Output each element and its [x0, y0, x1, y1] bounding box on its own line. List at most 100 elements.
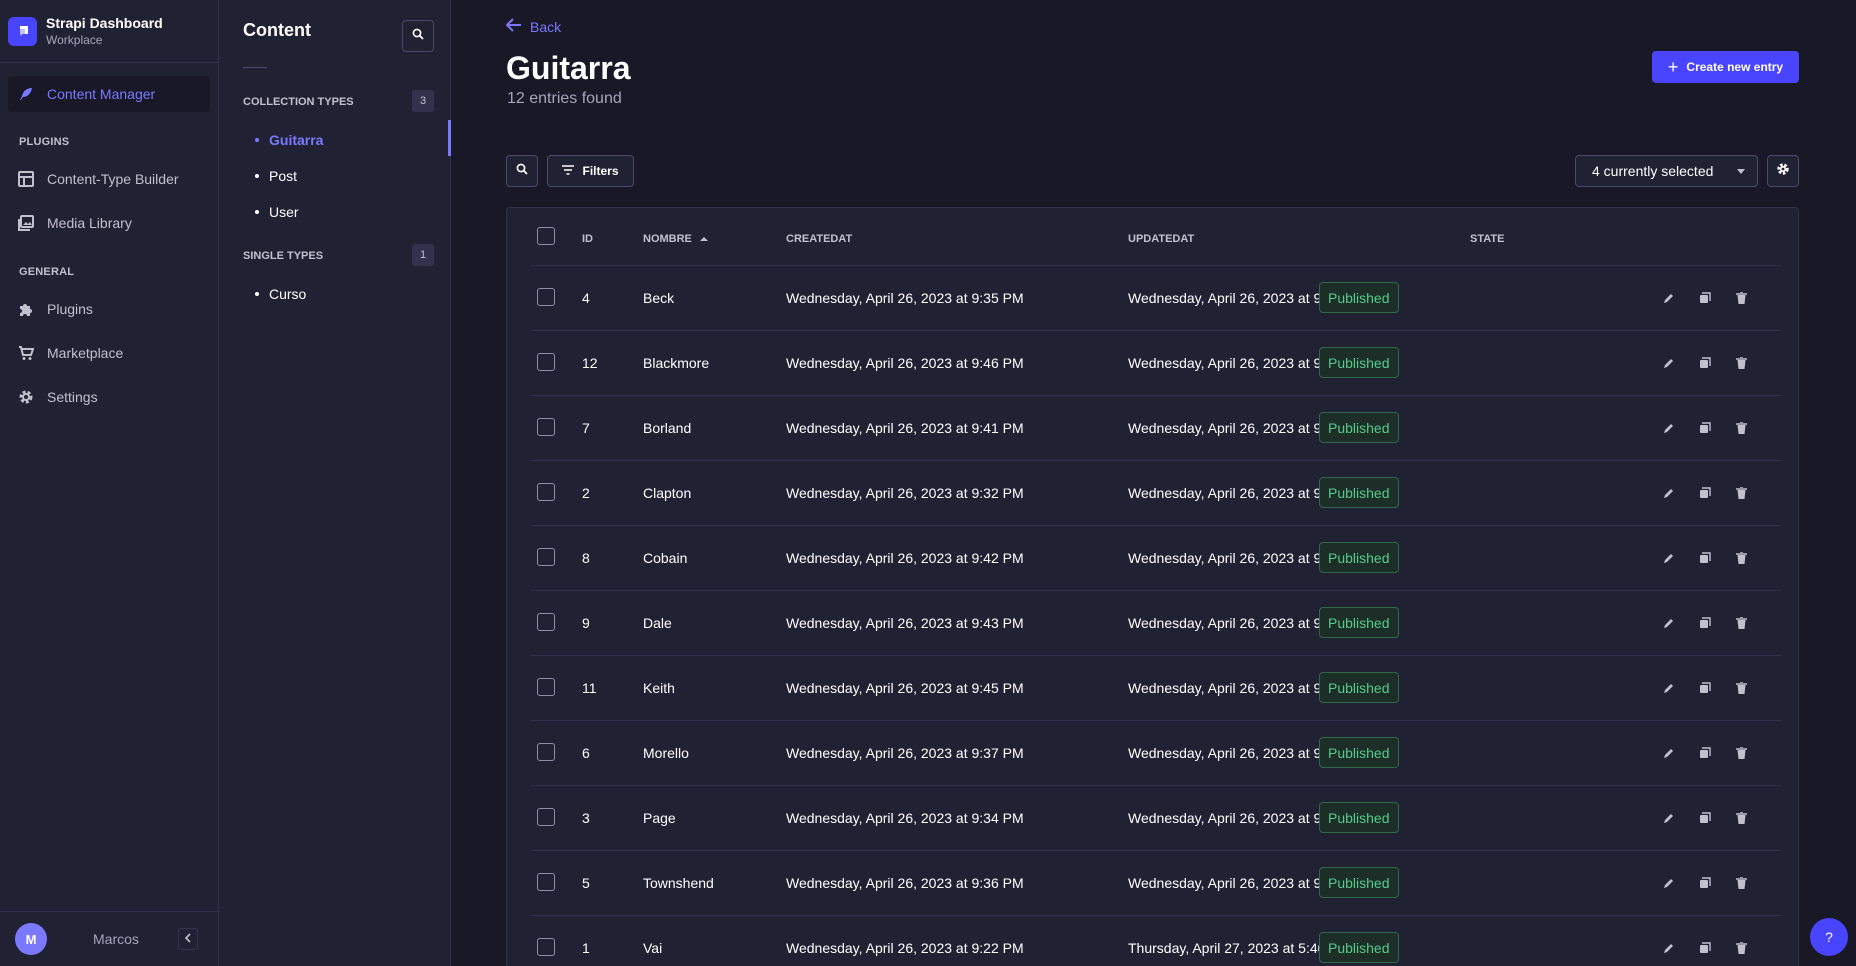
col-updatedat[interactable]: UPDATEDAT	[1128, 233, 1194, 245]
cell-nombre: Blackmore	[643, 355, 710, 371]
user-name[interactable]: Marcos	[93, 931, 139, 947]
delete-button[interactable]	[1731, 743, 1751, 763]
table-row[interactable]: 9 Dale Wednesday, April 26, 2023 at 9:43 P…	[531, 590, 1781, 655]
nav-marketplace[interactable]: Marketplace	[18, 345, 123, 361]
delete-button[interactable]	[1731, 548, 1751, 568]
duplicate-button[interactable]	[1695, 548, 1715, 568]
delete-button[interactable]	[1731, 873, 1751, 893]
nav-settings[interactable]: Settings	[18, 389, 98, 405]
displayed-fields-select[interactable]: 4 currently selected	[1575, 155, 1758, 187]
table-row[interactable]: 2 Clapton Wednesday, April 26, 2023 at 9:3…	[531, 460, 1781, 525]
row-checkbox[interactable]	[537, 808, 555, 826]
nav-plugins[interactable]: Plugins	[18, 301, 93, 317]
puzzle-icon	[18, 301, 38, 317]
table-row[interactable]: 11 Keith Wednesday, April 26, 2023 at 9:45…	[531, 655, 1781, 720]
edit-button[interactable]	[1659, 678, 1679, 698]
delete-button[interactable]	[1731, 938, 1751, 958]
row-checkbox[interactable]	[537, 418, 555, 436]
pencil-icon	[1663, 682, 1675, 694]
row-checkbox[interactable]	[537, 743, 555, 761]
edit-button[interactable]	[1659, 938, 1679, 958]
list-settings-button[interactable]	[1767, 155, 1799, 187]
edit-button[interactable]	[1659, 353, 1679, 373]
delete-button[interactable]	[1731, 808, 1751, 828]
edit-button[interactable]	[1659, 483, 1679, 503]
col-id[interactable]: ID	[582, 233, 593, 245]
row-checkbox[interactable]	[537, 678, 555, 696]
status-badge: Published	[1319, 867, 1399, 898]
edit-button[interactable]	[1659, 808, 1679, 828]
edit-button[interactable]	[1659, 548, 1679, 568]
row-checkbox[interactable]	[537, 288, 555, 306]
edit-button[interactable]	[1659, 873, 1679, 893]
row-checkbox[interactable]	[537, 938, 555, 956]
duplicate-button[interactable]	[1695, 483, 1715, 503]
table-row[interactable]: 12 Blackmore Wednesday, April 26, 2023 at …	[531, 330, 1781, 395]
back-link[interactable]: Back	[505, 18, 562, 35]
duplicate-button[interactable]	[1695, 873, 1715, 893]
duplicate-button[interactable]	[1695, 288, 1715, 308]
col-nombre[interactable]: NOMBRE	[643, 233, 708, 245]
brand[interactable]: Strapi Dashboard Workplace	[0, 0, 218, 63]
entries-table: ID NOMBRE CREATEDAT UPDATEDAT STATE 4 Bec…	[506, 207, 1799, 966]
cell-createdat: Wednesday, April 26, 2023 at 9:37 PM	[786, 745, 1024, 761]
row-checkbox[interactable]	[537, 873, 555, 891]
delete-button[interactable]	[1731, 483, 1751, 503]
table-row[interactable]: 6 Morello Wednesday, April 26, 2023 at 9:3…	[531, 720, 1781, 785]
table-row[interactable]: 5 Townshend Wednesday, April 26, 2023 at 9…	[531, 850, 1781, 915]
nav-content-type-builder[interactable]: Content-Type Builder	[18, 171, 179, 187]
avatar[interactable]: M	[15, 923, 47, 955]
collapse-nav-button[interactable]	[178, 928, 198, 950]
duplicate-button[interactable]	[1695, 418, 1715, 438]
delete-button[interactable]	[1731, 353, 1751, 373]
back-label: Back	[530, 18, 562, 35]
nav-content-manager[interactable]: Content Manager	[8, 76, 210, 112]
row-checkbox[interactable]	[537, 548, 555, 566]
subnav-search-button[interactable]	[402, 20, 434, 52]
subnav-item-user[interactable]: User	[255, 204, 299, 220]
duplicate-button[interactable]	[1695, 353, 1715, 373]
user-footer: M Marcos	[0, 911, 219, 966]
delete-button[interactable]	[1731, 288, 1751, 308]
subnav-item-post[interactable]: Post	[255, 168, 297, 184]
row-checkbox[interactable]	[537, 483, 555, 501]
help-button[interactable]: ?	[1810, 918, 1848, 956]
duplicate-button[interactable]	[1695, 743, 1715, 763]
duplicate-button[interactable]	[1695, 938, 1715, 958]
subnav-item-guitarra[interactable]: Guitarra	[255, 132, 323, 148]
edit-button[interactable]	[1659, 613, 1679, 633]
sort-up-icon	[699, 236, 708, 242]
edit-button[interactable]	[1659, 418, 1679, 438]
delete-button[interactable]	[1731, 418, 1751, 438]
row-checkbox[interactable]	[537, 613, 555, 631]
nav-media-library[interactable]: Media Library	[18, 215, 132, 231]
filters-button[interactable]: Filters	[547, 155, 634, 187]
search-button[interactable]	[506, 155, 538, 187]
edit-button[interactable]	[1659, 288, 1679, 308]
table-row[interactable]: 7 Borland Wednesday, April 26, 2023 at 9:4…	[531, 395, 1781, 460]
layout-icon	[18, 171, 38, 187]
table-row[interactable]: 1 Vai Wednesday, April 26, 2023 at 9:22 PM…	[531, 915, 1781, 966]
col-createdat[interactable]: CREATEDAT	[786, 233, 852, 245]
edit-button[interactable]	[1659, 743, 1679, 763]
create-label: Create new entry	[1686, 60, 1784, 74]
subnav-item-curso[interactable]: Curso	[255, 286, 306, 302]
cell-createdat: Wednesday, April 26, 2023 at 9:42 PM	[786, 550, 1024, 566]
row-checkbox[interactable]	[537, 353, 555, 371]
delete-button[interactable]	[1731, 678, 1751, 698]
status-badge: Published	[1319, 802, 1399, 833]
col-state[interactable]: STATE	[1470, 233, 1504, 245]
duplicate-button[interactable]	[1695, 678, 1715, 698]
table-row[interactable]: 4 Beck Wednesday, April 26, 2023 at 9:35 P…	[531, 265, 1781, 330]
create-new-entry-button[interactable]: + Create new entry	[1652, 51, 1799, 83]
duplicate-icon	[1699, 877, 1711, 889]
duplicate-button[interactable]	[1695, 808, 1715, 828]
delete-button[interactable]	[1731, 613, 1751, 633]
select-all-checkbox[interactable]	[537, 227, 555, 245]
duplicate-icon	[1699, 422, 1711, 434]
plus-icon: +	[1667, 57, 1679, 77]
duplicate-button[interactable]	[1695, 613, 1715, 633]
table-row[interactable]: 3 Page Wednesday, April 26, 2023 at 9:34 P…	[531, 785, 1781, 850]
status-badge: Published	[1319, 347, 1399, 378]
table-row[interactable]: 8 Cobain Wednesday, April 26, 2023 at 9:42…	[531, 525, 1781, 590]
